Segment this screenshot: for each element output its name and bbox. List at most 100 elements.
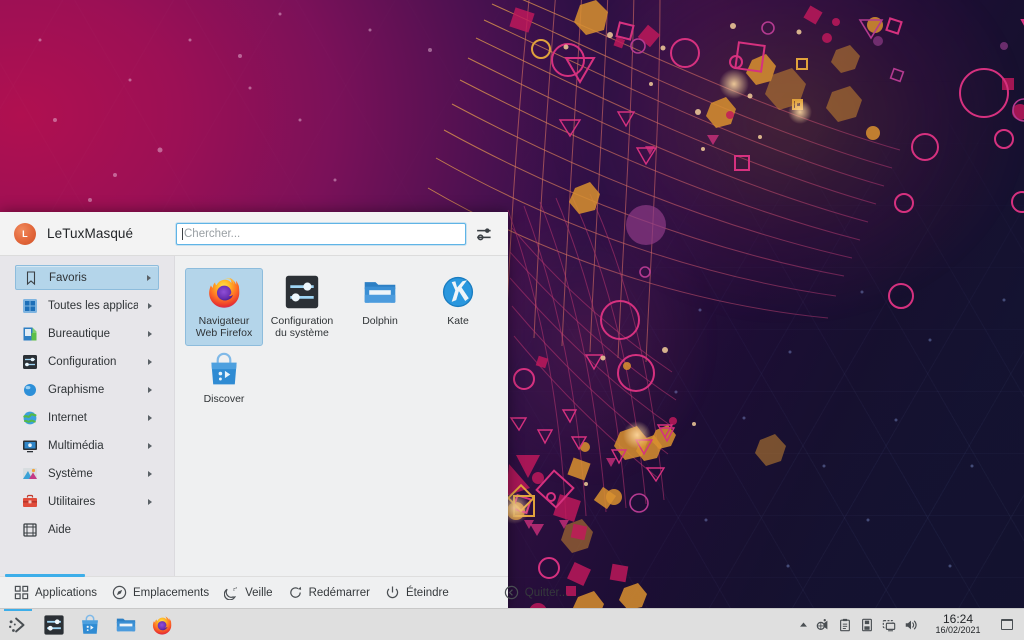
sidebar-item-label: Utilitaires bbox=[48, 495, 96, 508]
category-sidebar: Favoris Toutes les applicat... bbox=[0, 256, 175, 576]
footer-action-label: Redémarrer bbox=[308, 586, 370, 599]
chevron-right-icon bbox=[148, 442, 152, 449]
sidebar-item-aide[interactable]: Aide bbox=[15, 517, 159, 542]
power-icon bbox=[386, 586, 399, 599]
footer-action-redemarrer[interactable]: Redémarrer bbox=[282, 580, 379, 606]
launcher-application-menu[interactable] bbox=[0, 608, 36, 640]
sidebar-item-label: Aide bbox=[48, 523, 72, 536]
chevron-right-icon bbox=[148, 302, 152, 309]
footer-action-quitter[interactable]: Quitter... bbox=[498, 580, 577, 606]
application-launcher-menu[interactable]: L LeTuxMasqué Favori bbox=[0, 212, 568, 608]
globe-icon bbox=[23, 411, 37, 424]
search-input[interactable] bbox=[184, 227, 460, 240]
tray-expand-button[interactable] bbox=[794, 609, 812, 640]
svg-text:z: z bbox=[235, 586, 237, 590]
tray-item-removable-devices[interactable] bbox=[856, 609, 878, 640]
show-desktop-button[interactable] bbox=[994, 609, 1020, 640]
app-tile-label: Dolphin bbox=[362, 315, 398, 327]
desktop-panel[interactable]: 16:24 16/02/2021 bbox=[0, 608, 1024, 640]
tray-item-volume[interactable] bbox=[900, 609, 922, 640]
toolbox-icon bbox=[23, 494, 37, 507]
footer-tab-label: Emplacements bbox=[133, 586, 210, 599]
launcher-systemsettings[interactable] bbox=[36, 609, 72, 640]
chevron-right-icon bbox=[148, 470, 152, 477]
kickoff-body: Favoris Toutes les applicat... bbox=[0, 256, 508, 576]
footer-tab-label: Applications bbox=[35, 586, 98, 599]
sidebar-item-multimedia[interactable]: Multimédia bbox=[15, 433, 159, 458]
sidebar-item-configuration[interactable]: Configuration bbox=[15, 349, 159, 374]
kickoff-header: L LeTuxMasqué bbox=[0, 212, 508, 256]
show-desktop-icon bbox=[1001, 619, 1013, 630]
digital-clock[interactable]: 16:24 16/02/2021 bbox=[922, 613, 994, 635]
sidebar-item-label: Bureautique bbox=[48, 327, 111, 340]
kate-icon bbox=[442, 276, 474, 308]
firefox-icon bbox=[209, 277, 240, 308]
sidebar-item-label: Configuration bbox=[48, 355, 117, 368]
sliders-configure-icon bbox=[477, 227, 491, 240]
sidebar-item-label: Favoris bbox=[49, 271, 87, 284]
sidebar-item-systeme[interactable]: Système bbox=[15, 461, 159, 486]
clock-date: 16/02/2021 bbox=[935, 625, 981, 636]
footer-action-label: Veille bbox=[245, 586, 273, 599]
sidebar-item-utilitaires[interactable]: Utilitaires bbox=[15, 489, 159, 514]
tray-item-kdeconnect[interactable] bbox=[812, 609, 834, 640]
footer-tab-emplacements[interactable]: Emplacements bbox=[106, 580, 218, 606]
active-tab-indicator bbox=[5, 574, 85, 577]
sidebar-item-internet[interactable]: Internet bbox=[15, 405, 159, 430]
search-field[interactable] bbox=[176, 222, 466, 245]
sidebar-item-label: Internet bbox=[48, 411, 87, 424]
footer-action-veille[interactable]: z z Veille bbox=[218, 580, 282, 606]
kdeconnect-icon bbox=[816, 618, 828, 630]
sidebar-item-bureautique[interactable]: Bureautique bbox=[15, 321, 159, 346]
settings-sliders-icon bbox=[23, 354, 37, 369]
systemsettings-icon bbox=[44, 614, 64, 635]
user-name-label: LeTuxMasqué bbox=[47, 226, 134, 241]
compass-icon bbox=[112, 585, 127, 600]
launcher-dolphin[interactable] bbox=[108, 609, 144, 640]
sidebar-item-toutes-les-applications[interactable]: Toutes les applicat... bbox=[15, 293, 159, 318]
sidebar-item-graphisme[interactable]: Graphisme bbox=[15, 377, 159, 402]
sidebar-item-label: Graphisme bbox=[48, 383, 105, 396]
configure-menu-button[interactable] bbox=[476, 225, 494, 243]
tray-item-display[interactable] bbox=[878, 609, 900, 640]
volume-icon bbox=[905, 620, 917, 629]
chevron-up-icon bbox=[799, 622, 807, 627]
multimedia-monitor-icon bbox=[23, 440, 37, 452]
grid-icon bbox=[14, 585, 29, 600]
removable-device-icon bbox=[862, 618, 872, 631]
app-tile-label: Configuration du système bbox=[270, 315, 334, 339]
app-tile-systemsettings[interactable]: Configuration du système bbox=[263, 268, 341, 346]
chevron-right-icon bbox=[148, 386, 152, 393]
favorites-panel: Navigateur Web Firefox Configuration du … bbox=[175, 256, 508, 576]
applications-grid-icon bbox=[23, 298, 37, 313]
dolphin-folder-icon bbox=[116, 618, 136, 631]
tray-item-clipboard[interactable] bbox=[834, 609, 856, 640]
text-caret bbox=[182, 227, 183, 240]
kde-kickoff-icon bbox=[9, 617, 25, 632]
launcher-firefox[interactable] bbox=[144, 609, 180, 640]
app-tile-firefox[interactable]: Navigateur Web Firefox bbox=[185, 268, 263, 346]
launcher-discover[interactable] bbox=[72, 609, 108, 640]
footer-action-eteindre[interactable]: Éteindre bbox=[379, 580, 458, 606]
app-tile-label: Discover bbox=[203, 393, 245, 405]
help-icon bbox=[23, 522, 37, 537]
discover-bag-icon bbox=[82, 614, 98, 634]
app-tile-label: Kate bbox=[447, 315, 469, 327]
sidebar-item-label: Toutes les applicat... bbox=[48, 299, 138, 312]
app-tile-kate[interactable]: Kate bbox=[419, 268, 497, 346]
avatar[interactable]: L bbox=[14, 222, 36, 245]
clipboard-icon bbox=[840, 618, 850, 631]
firefox-icon bbox=[152, 615, 172, 635]
footer-tab-applications[interactable]: Applications bbox=[8, 580, 106, 606]
office-document-icon bbox=[23, 327, 37, 340]
bookmark-icon bbox=[26, 270, 36, 285]
app-tile-discover[interactable]: Discover bbox=[185, 346, 263, 412]
discover-bag-icon bbox=[211, 352, 237, 385]
chevron-right-icon bbox=[148, 414, 152, 421]
restart-icon bbox=[289, 586, 301, 598]
sidebar-item-label: Système bbox=[48, 467, 93, 480]
system-tray: 16:24 16/02/2021 bbox=[794, 609, 1024, 640]
app-tile-dolphin[interactable]: Dolphin bbox=[341, 268, 419, 346]
systemsettings-icon bbox=[285, 275, 319, 309]
sidebar-item-favoris[interactable]: Favoris bbox=[15, 265, 159, 290]
